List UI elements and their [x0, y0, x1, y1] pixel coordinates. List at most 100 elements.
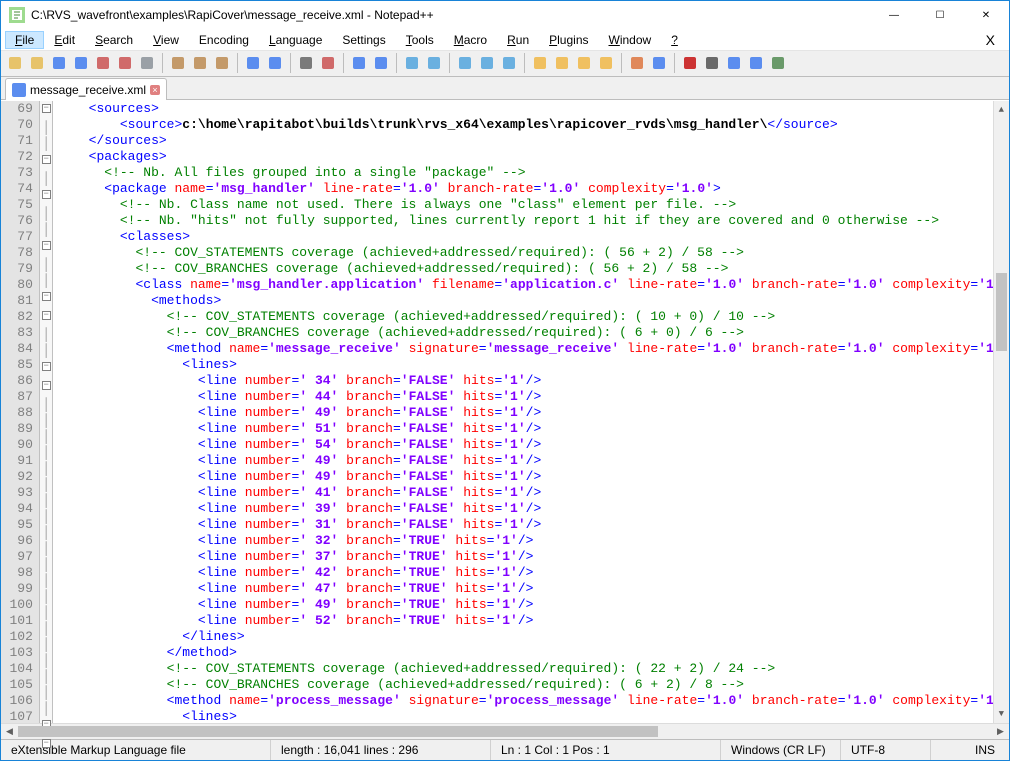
code-line[interactable]: <line number=' 54' branch='FALSE' hits='…	[57, 437, 992, 453]
code-line[interactable]: <class name='msg_handler.application' fi…	[57, 277, 992, 293]
status-eol[interactable]: Windows (CR LF)	[721, 740, 841, 760]
scroll-down-icon[interactable]: ▼	[994, 706, 1009, 723]
code-line[interactable]: <line number=' 31' branch='FALSE' hits='…	[57, 517, 992, 533]
save-macro-button[interactable]	[768, 53, 788, 73]
menu-tools[interactable]: Tools	[396, 31, 444, 49]
play-multi-button[interactable]	[746, 53, 766, 73]
menu-encoding[interactable]: Encoding	[189, 31, 259, 49]
menubar-close-x[interactable]: X	[976, 30, 1005, 50]
code-line[interactable]: <line number=' 34' branch='FALSE' hits='…	[57, 373, 992, 389]
editor-area[interactable]: 6970717273747576777879808182838485868788…	[1, 100, 1009, 723]
folder-doc-button[interactable]	[552, 53, 572, 73]
code-line[interactable]: <!-- COV_STATEMENTS coverage (achieved+a…	[57, 661, 992, 677]
undo-button[interactable]	[243, 53, 263, 73]
code-line[interactable]: <line number=' 49' branch='FALSE' hits='…	[57, 405, 992, 421]
close-button[interactable]	[93, 53, 113, 73]
code-line[interactable]: <classes>	[57, 229, 992, 245]
fold-toggle[interactable]: −	[42, 155, 51, 164]
vertical-scrollbar[interactable]: ▲ ▼	[993, 101, 1009, 723]
find-button[interactable]	[296, 53, 316, 73]
code-line[interactable]: <line number=' 42' branch='TRUE' hits='1…	[57, 565, 992, 581]
fold-toggle[interactable]: −	[42, 739, 51, 748]
code-line[interactable]: <line number=' 49' branch='FALSE' hits='…	[57, 453, 992, 469]
print-button[interactable]	[137, 53, 157, 73]
code-line[interactable]: </lines>	[57, 629, 992, 645]
menu-file[interactable]: File	[5, 31, 44, 49]
code-content[interactable]: <sources> <source>c:\home\rapitabot\buil…	[53, 101, 992, 723]
fold-toggle[interactable]: −	[42, 381, 51, 390]
fold-toggle[interactable]: −	[42, 104, 51, 113]
lang-udl-button[interactable]	[530, 53, 550, 73]
code-line[interactable]: <!-- Nb. All files grouped into a single…	[57, 165, 992, 181]
code-line[interactable]: <line number=' 47' branch='TRUE' hits='1…	[57, 581, 992, 597]
code-line[interactable]: <!-- Nb. "hits" not fully supported, lin…	[57, 213, 992, 229]
scroll-left-icon[interactable]: ◀	[1, 724, 18, 739]
maximize-button[interactable]: ☐	[917, 1, 963, 30]
scroll-track[interactable]	[994, 118, 1009, 706]
menu-search[interactable]: Search	[85, 31, 143, 49]
code-line[interactable]: <source>c:\home\rapitabot\builds\trunk\r…	[57, 117, 992, 133]
code-line[interactable]: <!-- COV_STATEMENTS coverage (achieved+a…	[57, 309, 992, 325]
code-line[interactable]: <lines>	[57, 709, 992, 723]
monitor-button[interactable]	[627, 53, 647, 73]
code-line[interactable]: <line number=' 32' branch='TRUE' hits='1…	[57, 533, 992, 549]
code-line[interactable]: <package name='msg_handler' line-rate='1…	[57, 181, 992, 197]
tab-message-receive[interactable]: message_receive.xml ×	[5, 78, 167, 100]
code-line[interactable]: <!-- Nb. Class name not used. There is a…	[57, 197, 992, 213]
code-line[interactable]: <lines>	[57, 357, 992, 373]
open-file-button[interactable]	[27, 53, 47, 73]
code-line[interactable]: <line number=' 37' branch='TRUE' hits='1…	[57, 549, 992, 565]
code-line[interactable]: <line number=' 49' branch='TRUE' hits='1…	[57, 597, 992, 613]
code-line[interactable]: </method>	[57, 645, 992, 661]
menu-run[interactable]: Run	[497, 31, 539, 49]
code-line[interactable]: <line number=' 51' branch='FALSE' hits='…	[57, 421, 992, 437]
wrap-button[interactable]	[455, 53, 475, 73]
cut-button[interactable]	[168, 53, 188, 73]
code-line[interactable]: <line number=' 41' branch='FALSE' hits='…	[57, 485, 992, 501]
close-button[interactable]: ✕	[963, 1, 1009, 30]
code-line[interactable]: <!-- COV_STATEMENTS coverage (achieved+a…	[57, 245, 992, 261]
code-line[interactable]: <!-- COV_BRANCHES coverage (achieved+add…	[57, 677, 992, 693]
save-button[interactable]	[49, 53, 69, 73]
sync-h-button[interactable]	[424, 53, 444, 73]
fold-toggle[interactable]: −	[42, 362, 51, 371]
fold-toggle[interactable]: −	[42, 292, 51, 301]
record-button[interactable]	[680, 53, 700, 73]
code-line[interactable]: <methods>	[57, 293, 992, 309]
menu-view[interactable]: View	[143, 31, 189, 49]
save-all-button[interactable]	[71, 53, 91, 73]
code-line[interactable]: <line number=' 52' branch='TRUE' hits='1…	[57, 613, 992, 629]
show-all-button[interactable]	[477, 53, 497, 73]
fold-toggle[interactable]: −	[42, 241, 51, 250]
scroll-up-icon[interactable]: ▲	[994, 101, 1009, 118]
code-line[interactable]: <line number=' 49' branch='FALSE' hits='…	[57, 469, 992, 485]
scroll-thumb[interactable]	[996, 273, 1007, 351]
tab-close-icon[interactable]: ×	[150, 85, 160, 95]
menu-language[interactable]: Language	[259, 31, 332, 49]
sync-v-button[interactable]	[402, 53, 422, 73]
status-encoding[interactable]: UTF-8	[841, 740, 931, 760]
code-line[interactable]: <packages>	[57, 149, 992, 165]
copy-button[interactable]	[190, 53, 210, 73]
paste-button[interactable]	[212, 53, 232, 73]
func-list-button[interactable]	[574, 53, 594, 73]
horizontal-scrollbar[interactable]: ◀ ▶	[1, 723, 1009, 739]
zoom-out-button[interactable]	[371, 53, 391, 73]
code-line[interactable]: <!-- COV_BRANCHES coverage (achieved+add…	[57, 261, 992, 277]
scroll-right-icon[interactable]: ▶	[992, 724, 1009, 739]
stop-button[interactable]	[702, 53, 722, 73]
indent-guide-button[interactable]	[499, 53, 519, 73]
play-button[interactable]	[724, 53, 744, 73]
scroll-track-h[interactable]	[18, 724, 992, 739]
status-ins[interactable]: INS	[965, 740, 1009, 760]
code-line[interactable]: <!-- COV_BRANCHES coverage (achieved+add…	[57, 325, 992, 341]
menu-plugins[interactable]: Plugins	[539, 31, 598, 49]
monitor2-button[interactable]	[649, 53, 669, 73]
code-line[interactable]: <sources>	[57, 101, 992, 117]
menu-[interactable]: ?	[661, 31, 688, 49]
menu-edit[interactable]: Edit	[44, 31, 85, 49]
menu-settings[interactable]: Settings	[332, 31, 395, 49]
scroll-thumb-h[interactable]	[18, 726, 658, 737]
code-line[interactable]: <method name='message_receive' signature…	[57, 341, 992, 357]
fold-toggle[interactable]: −	[42, 311, 51, 320]
